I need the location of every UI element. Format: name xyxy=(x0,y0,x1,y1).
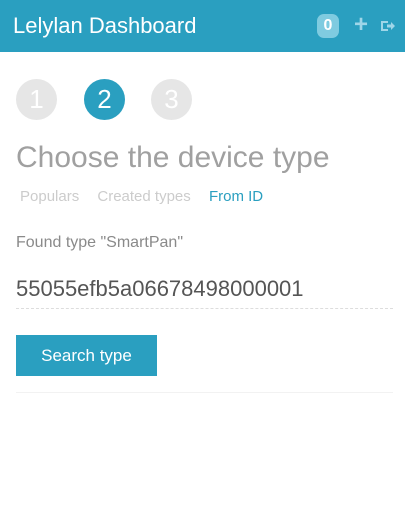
plus-icon[interactable]: + xyxy=(350,13,372,37)
step-2[interactable]: 2 xyxy=(84,79,125,120)
tab-from-id[interactable]: From ID xyxy=(209,187,263,207)
search-type-button[interactable]: Search type xyxy=(16,335,157,376)
type-id-input[interactable] xyxy=(16,270,393,309)
tab-populars[interactable]: Populars xyxy=(20,187,79,207)
tab-created-types[interactable]: Created types xyxy=(97,187,190,207)
logout-icon[interactable] xyxy=(380,18,396,34)
divider xyxy=(16,392,393,393)
notification-count-badge[interactable]: 0 xyxy=(317,14,339,38)
step-3[interactable]: 3 xyxy=(151,79,192,120)
step-1[interactable]: 1 xyxy=(16,79,57,120)
type-source-tabs: Populars Created types From ID xyxy=(20,187,277,207)
found-type-label: Found type "SmartPan" xyxy=(16,234,183,251)
page-title: Choose the device type xyxy=(16,141,330,174)
app-title: Lelylan Dashboard xyxy=(13,13,197,38)
app-header: Lelylan Dashboard 0 + xyxy=(0,0,405,52)
